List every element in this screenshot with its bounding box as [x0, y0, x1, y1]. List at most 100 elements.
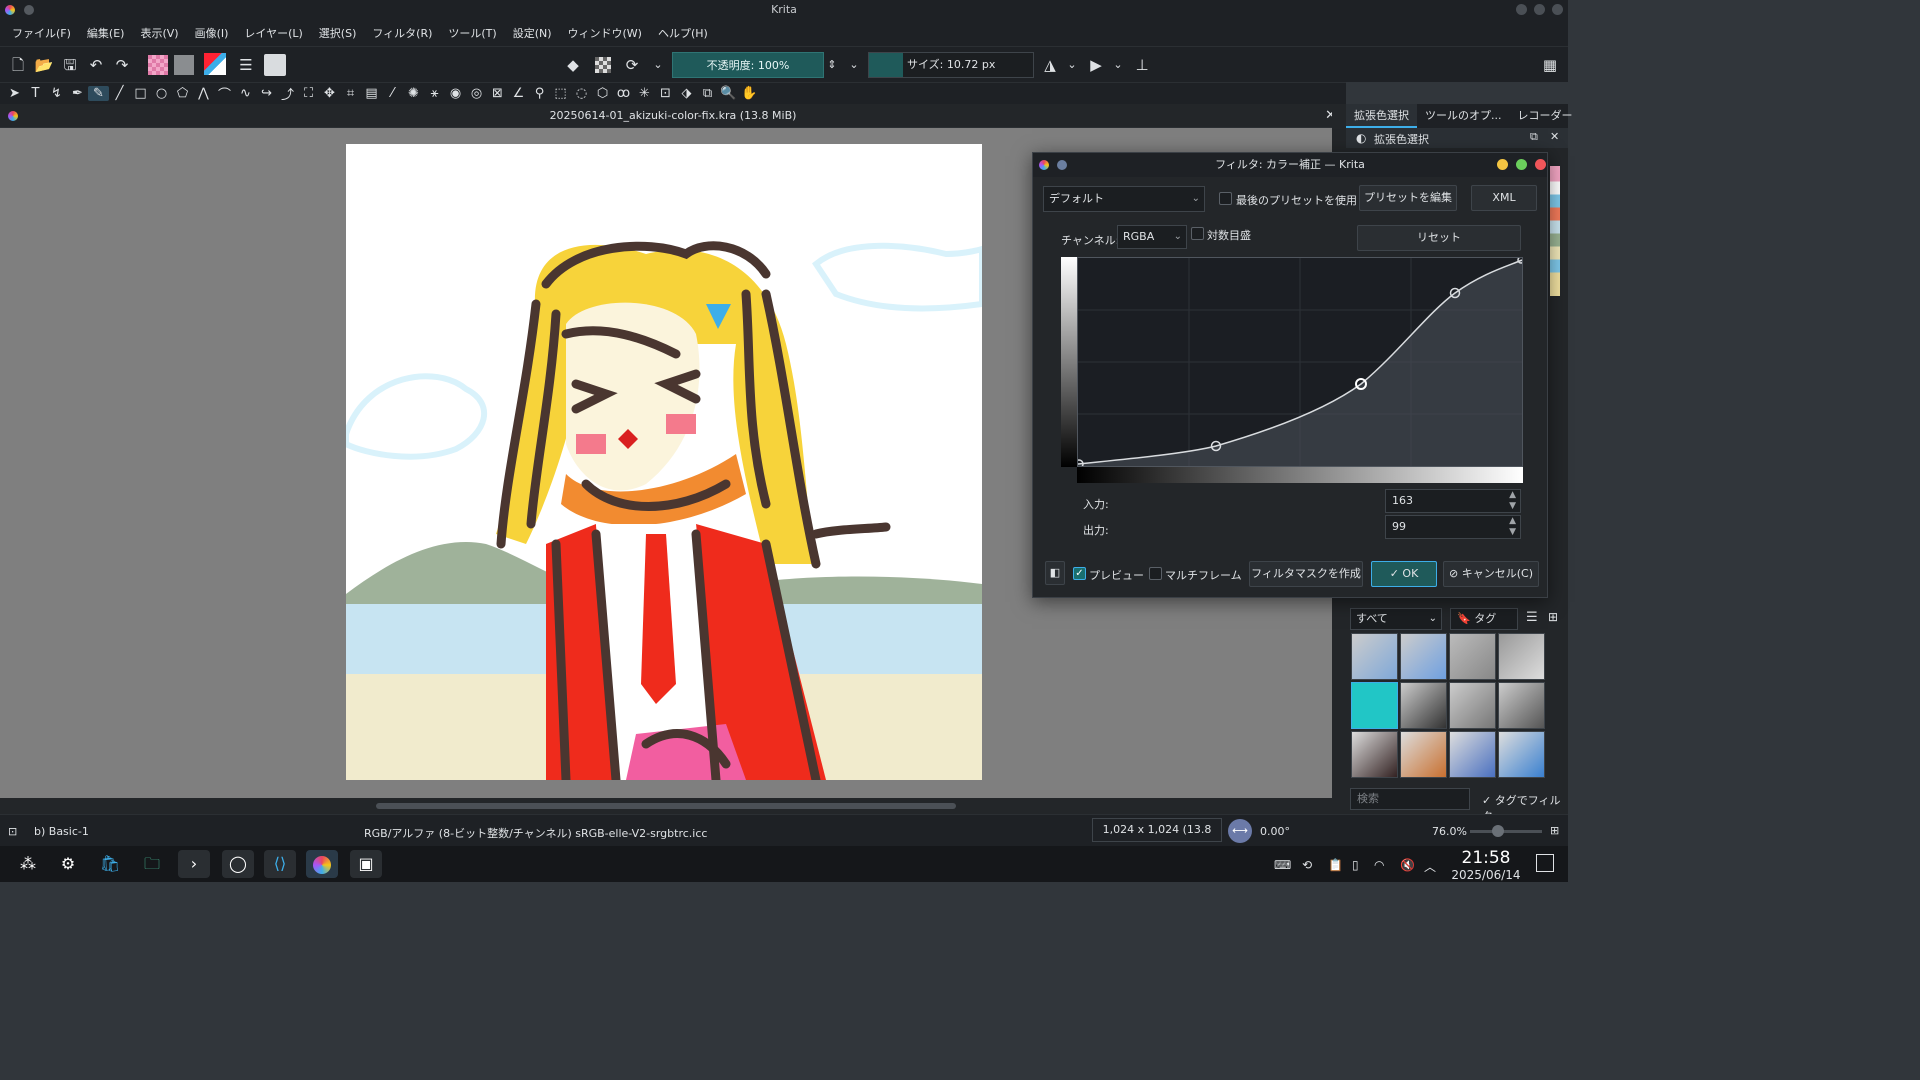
eraser-icon[interactable]: ◆	[563, 55, 583, 75]
split-preview-button[interactable]: ◧	[1045, 561, 1065, 585]
fill-tool-icon[interactable]: ◉	[445, 86, 466, 101]
multibrush-icon[interactable]: ⤴	[277, 84, 298, 103]
workspace-icon[interactable]: ▦	[1540, 55, 1560, 75]
rect-select-icon[interactable]: ⬚	[550, 86, 571, 101]
channel-select[interactable]: RGBA ⌄	[1117, 225, 1187, 249]
tab-recorder[interactable]: レコーダー	[1510, 104, 1581, 128]
save-icon[interactable]: 🖫	[60, 55, 80, 75]
use-last-preset-checkbox[interactable]	[1219, 192, 1232, 205]
curve-editor[interactable]	[1074, 256, 1525, 469]
select-shapes-icon[interactable]: ➤	[4, 86, 25, 101]
menu-view[interactable]: 表示(V)	[132, 25, 186, 41]
polyline-tool-icon[interactable]: ⋀	[193, 86, 214, 101]
bezier-tool-icon[interactable]: ⌒	[214, 84, 235, 103]
freehand-brush-icon[interactable]: ✎	[88, 86, 109, 101]
wifi-icon[interactable]: ◠	[1374, 858, 1384, 872]
cancel-button[interactable]: ⊘ キャンセル(C)	[1443, 561, 1539, 587]
menu-window[interactable]: ウィンドウ(W)	[560, 25, 650, 41]
reload-preset-icon[interactable]: ⟳	[622, 55, 642, 75]
tab-color-selector[interactable]: 拡張色選択	[1346, 104, 1417, 128]
screenshot-app-icon[interactable]: ▣	[350, 850, 382, 878]
brush-preset-status-icon[interactable]: ⊡	[8, 825, 17, 838]
bezier-select-icon[interactable]: ⬗	[676, 86, 697, 101]
brush-preset-ink[interactable]	[1498, 633, 1545, 680]
preset-select[interactable]: デフォルト ⌄	[1043, 186, 1205, 212]
polygon-select-icon[interactable]: ⬡	[592, 86, 613, 101]
float-panel-icon[interactable]: ⧉	[1530, 130, 1538, 144]
device-icon[interactable]: ▯	[1352, 858, 1359, 872]
log-scale-checkbox[interactable]	[1191, 227, 1204, 240]
chevron-down-icon[interactable]: ⌄	[648, 55, 668, 75]
menu-tools[interactable]: ツール(T)	[440, 25, 504, 41]
preview-checkbox[interactable]: ✓	[1073, 567, 1086, 580]
wrap-around-icon[interactable]: ⊥	[1132, 55, 1152, 75]
menu-image[interactable]: 画像(I)	[187, 25, 237, 41]
size-slider[interactable]: サイズ: 10.72 px	[868, 52, 1034, 78]
fg-bg-color-swatch[interactable]	[204, 53, 226, 75]
zoom-tool-icon[interactable]: 🔍	[718, 86, 739, 101]
brush-search-input[interactable]: 検索	[1350, 788, 1470, 810]
app-launcher-icon[interactable]: ⁂	[12, 850, 44, 878]
zoom-slider-handle[interactable]	[1492, 825, 1504, 837]
brush-preset-marker[interactable]	[1400, 682, 1447, 729]
code-editor-icon[interactable]: ⟨⟩	[264, 850, 296, 878]
brush-preset-pencil-blue[interactable]	[1400, 633, 1447, 680]
input-spinbox[interactable]: 163 ▲ ▼	[1385, 489, 1521, 513]
polygon-tool-icon[interactable]: ⬠	[172, 86, 193, 101]
import-resource-icon[interactable]: ⊞	[1548, 610, 1558, 624]
smart-patch-icon[interactable]: ✺	[403, 86, 424, 101]
reset-button[interactable]: リセット	[1357, 225, 1521, 251]
xml-button[interactable]: XML	[1471, 185, 1537, 211]
scrollbar-thumb[interactable]	[376, 803, 956, 809]
enclose-fill-icon[interactable]: ◎	[466, 86, 487, 101]
krita-taskbar-icon[interactable]	[306, 850, 338, 878]
volume-muted-icon[interactable]: 🔇	[1400, 858, 1415, 872]
horizontal-scrollbar[interactable]	[0, 798, 1332, 814]
brush-preset-pencil-3[interactable]	[1498, 731, 1545, 778]
zoom-slider[interactable]	[1470, 825, 1542, 837]
tag-select[interactable]: 🔖 タグ	[1450, 608, 1518, 630]
ellipse-tool-icon[interactable]: ○	[151, 86, 172, 101]
menu-select[interactable]: 選択(S)	[311, 25, 365, 41]
brush-preset-icon[interactable]	[264, 54, 286, 76]
calligraphy-icon[interactable]: ✒	[67, 86, 88, 101]
chevron-down-icon[interactable]: ⌄	[1062, 55, 1082, 75]
brush-preset-pencil-2[interactable]	[1449, 731, 1496, 778]
color-picker-icon[interactable]: ⁄	[382, 86, 403, 101]
gradient-swatch[interactable]	[148, 55, 168, 75]
redo-icon[interactable]: ↷	[112, 55, 132, 75]
tab-tool-options[interactable]: ツールのオプ...	[1417, 104, 1510, 128]
maximize-button[interactable]	[1534, 4, 1545, 15]
create-filter-mask-button[interactable]: フィルタマスクを作成	[1249, 561, 1363, 587]
assistant-tool-icon[interactable]: ⚹	[424, 86, 445, 101]
menu-filter[interactable]: フィルタ(R)	[364, 25, 440, 41]
brush-preset-smudge[interactable]	[1498, 682, 1545, 729]
list-view-icon[interactable]: ☰	[1526, 610, 1538, 625]
menu-file[interactable]: ファイル(F)	[4, 25, 79, 41]
text-tool-icon[interactable]: T	[25, 86, 46, 101]
menu-edit[interactable]: 編集(E)	[79, 25, 133, 41]
terminal-icon[interactable]: ›	[178, 850, 210, 878]
edit-shapes-icon[interactable]: ↯	[46, 86, 67, 101]
file-manager-icon[interactable]: 🗀	[136, 850, 168, 878]
magnetic-select-icon[interactable]: ⧉	[697, 86, 718, 101]
menu-settings[interactable]: 設定(N)	[505, 25, 560, 41]
artwork-canvas[interactable]	[346, 144, 982, 780]
opacity-slider[interactable]: 不透明度: 100%	[672, 52, 824, 78]
keyboard-icon[interactable]: ⌨	[1274, 858, 1291, 872]
opacity-spin-arrows-icon[interactable]: ⇕	[822, 55, 842, 75]
gradient-tool-icon[interactable]: ▤	[361, 86, 382, 101]
dynamic-brush-icon[interactable]: ↪	[256, 86, 277, 101]
store-app-icon[interactable]: 🛍	[94, 850, 126, 878]
ruler-tool-icon[interactable]: ⊠	[487, 86, 508, 101]
open-file-icon[interactable]: 📂	[34, 55, 54, 75]
brush-preset-basic-selected[interactable]	[1351, 682, 1398, 729]
crop-tool-icon[interactable]: ⌗	[340, 86, 361, 101]
transform-tool-icon[interactable]: ⛶	[298, 86, 319, 101]
similar-select-icon[interactable]: ⊡	[655, 86, 676, 101]
document-tab[interactable]: 20250614-01_akizuki-color-fix.kra (13.8 …	[0, 104, 1346, 128]
brush-preset-blender[interactable]	[1449, 682, 1496, 729]
rectangle-tool-icon[interactable]: □	[130, 86, 151, 101]
tray-expand-icon[interactable]: ︿	[1424, 858, 1436, 875]
alpha-lock-icon[interactable]	[595, 57, 611, 73]
